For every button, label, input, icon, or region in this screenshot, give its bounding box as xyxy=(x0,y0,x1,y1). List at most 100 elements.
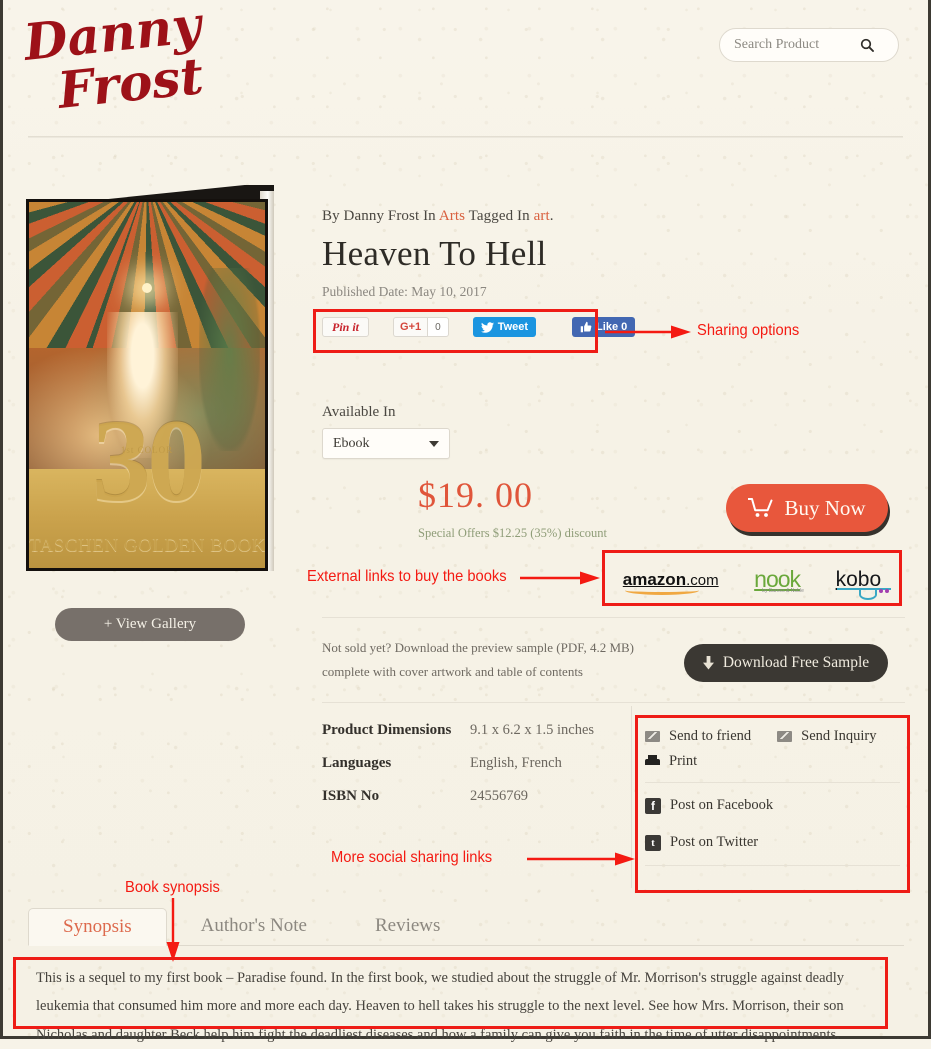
view-gallery-button[interactable]: + View Gallery xyxy=(55,608,245,641)
search-input[interactable] xyxy=(720,30,854,60)
site-logo[interactable]: Danny Frost xyxy=(22,12,252,117)
google-plus-button[interactable]: G+1 0 xyxy=(393,317,449,337)
byline-period: . xyxy=(549,208,554,224)
twitter-tweet-button[interactable]: Tweet xyxy=(472,317,537,337)
facebook-icon: f xyxy=(645,797,661,814)
pinterest-pin-it-button[interactable]: Pin it xyxy=(322,317,370,337)
annotation-label-synopsis: Book synopsis xyxy=(125,879,220,896)
content-tabs: Synopsis Author's Note Reviews xyxy=(28,908,904,946)
page-title: Heaven To Hell xyxy=(322,234,547,273)
external-retailer-links: amazon.com nook by Barnes & Noble kobo xyxy=(608,552,896,606)
amazon-smile-icon xyxy=(624,586,699,595)
detail-value: English, French xyxy=(470,755,562,771)
buy-now-button[interactable]: Buy Now xyxy=(726,484,888,532)
buy-now-label: Buy Now xyxy=(784,495,866,520)
detail-key: ISBN No xyxy=(322,788,380,804)
table-row: Product Dimensions 9.1 x 6.2 x 1.5 inche… xyxy=(322,722,622,739)
byline: By Danny Frost In Arts Tagged In art. xyxy=(322,208,907,225)
download-label: Download Free Sample xyxy=(722,654,870,671)
thumbs-up-icon xyxy=(580,321,592,333)
send-inquiry-label: Send Inquiry xyxy=(801,728,877,744)
kobo-link[interactable]: kobo xyxy=(836,569,891,593)
cover-anniversary-number: 30 xyxy=(92,394,206,526)
vertical-divider xyxy=(631,706,632,888)
tagged-prefix: Tagged In xyxy=(468,208,530,224)
tab-authors-note-label: Author's Note xyxy=(200,915,307,936)
cover-lamp xyxy=(142,282,153,293)
twitter-bird-icon xyxy=(480,321,494,333)
available-in-label: Available In xyxy=(322,404,396,420)
book-3d-wrapper: 30 1st COLOR TASCHEN GOLDEN BOOKS xyxy=(26,185,274,580)
published-date: Published Date: May 10, 2017 xyxy=(322,284,487,299)
tweet-label: Tweet xyxy=(497,321,529,333)
send-actions-row: Send to friend Send Inquiry xyxy=(645,728,900,753)
post-facebook-action[interactable]: f Post on Facebook xyxy=(645,797,900,814)
google-plus-label: G+1 xyxy=(393,317,428,337)
sample-line-1: Not sold yet? Download the preview sampl… xyxy=(322,640,634,655)
detail-key: Product Dimensions xyxy=(322,722,452,738)
post-facebook-label: Post on Facebook xyxy=(670,797,774,813)
detail-value: 9.1 x 6.2 x 1.5 inches xyxy=(470,722,595,738)
send-inquiry-action[interactable]: Send Inquiry xyxy=(777,728,876,745)
tab-authors-note[interactable]: Author's Note xyxy=(167,907,341,945)
detail-key: Languages xyxy=(322,755,392,771)
panel-divider-bottom xyxy=(645,865,900,866)
sample-line-2: complete with cover artwork and table of… xyxy=(322,664,583,680)
annotation-label-sharing: Sharing options xyxy=(697,322,800,339)
table-row: Languages English, French xyxy=(322,755,622,772)
nook-link[interactable]: nook by Barnes & Noble xyxy=(754,567,804,593)
chevron-down-icon xyxy=(429,440,439,447)
twitter-icon: t xyxy=(645,834,661,851)
header-divider xyxy=(28,136,903,138)
kobo-dots-icon xyxy=(877,576,890,597)
amazon-link[interactable]: amazon.com xyxy=(623,571,719,595)
search-box[interactable] xyxy=(719,28,899,62)
print-action[interactable]: Print xyxy=(645,753,900,770)
facebook-like-button[interactable]: Like 0 xyxy=(572,317,636,337)
panel-divider xyxy=(645,782,900,783)
product-info: By Danny Frost In Arts Tagged In art. He… xyxy=(322,208,907,300)
envelope-icon xyxy=(645,731,660,742)
send-to-friend-label: Send to friend xyxy=(669,728,752,744)
social-share-row: Pin it G+1 0 Tweet Like 0 xyxy=(322,317,636,337)
sample-description: Not sold yet? Download the preview sampl… xyxy=(322,636,682,684)
post-twitter-action[interactable]: t Post on Twitter xyxy=(645,834,900,851)
divider-above-sample xyxy=(322,617,905,618)
cover-publisher-text: TASCHEN GOLDEN BOOKS xyxy=(29,535,268,557)
site-header: Danny Frost xyxy=(0,0,931,136)
tab-synopsis-label: Synopsis xyxy=(63,916,132,937)
divider-above-details xyxy=(322,702,905,703)
post-twitter-label: Post on Twitter xyxy=(670,834,759,850)
book-cover[interactable]: 30 1st COLOR TASCHEN GOLDEN BOOKS xyxy=(26,185,274,580)
tab-reviews[interactable]: Reviews xyxy=(341,907,474,945)
table-row: ISBN No 24556769 xyxy=(322,788,622,805)
logo-script-art: Danny Frost xyxy=(22,12,207,117)
tab-synopsis[interactable]: Synopsis xyxy=(28,908,167,946)
annotation-label-retailers: External links to buy the books xyxy=(307,568,507,585)
download-free-sample-button[interactable]: Download Free Sample xyxy=(684,644,888,682)
category-link[interactable]: Arts xyxy=(439,208,465,224)
format-select-value: Ebook xyxy=(333,435,370,451)
google-plus-count: 0 xyxy=(427,317,449,337)
book-front-cover-art: 30 1st COLOR TASCHEN GOLDEN BOOKS xyxy=(26,199,268,571)
format-select[interactable]: Ebook xyxy=(322,428,450,459)
printer-icon xyxy=(645,755,660,768)
annotation-label-social-panel: More social sharing links xyxy=(331,849,493,866)
social-actions-panel: Send to friend Send Inquiry Print f Post… xyxy=(645,728,900,866)
product-details-table: Product Dimensions 9.1 x 6.2 x 1.5 inche… xyxy=(322,722,622,821)
download-arrow-icon xyxy=(702,656,714,670)
nook-suffix: by Barnes & Noble xyxy=(762,587,804,594)
detail-value: 24556769 xyxy=(470,788,528,804)
product-price: $19. 00 xyxy=(418,475,533,515)
send-to-friend-action[interactable]: Send to friend xyxy=(645,728,751,745)
facebook-like-label: Like 0 xyxy=(596,321,628,333)
envelope-icon xyxy=(777,731,793,742)
search-icon[interactable] xyxy=(854,38,880,52)
cover-anniversary-sub: 1st COLOR xyxy=(120,444,174,455)
tab-reviews-label: Reviews xyxy=(374,915,441,936)
byline-prefix: By Danny Frost In xyxy=(322,208,436,224)
tag-link[interactable]: art xyxy=(534,208,550,224)
pinterest-label: Pin it xyxy=(332,319,360,334)
synopsis-text: This is a sequel to my first book – Para… xyxy=(36,970,845,1043)
special-offer-text: Special Offers $12.25 (35%) discount xyxy=(418,526,607,540)
